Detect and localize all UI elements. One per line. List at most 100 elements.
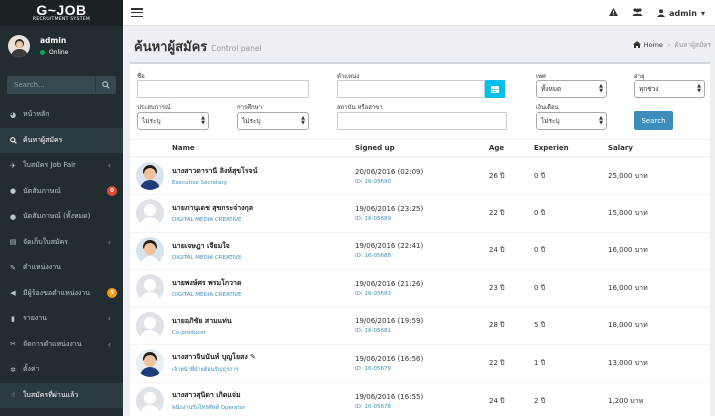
applicant-experience: 1 ปี	[534, 344, 608, 382]
applicant-name[interactable]: นางสาวจินนันท์ บุญโยสง ✎	[172, 352, 355, 363]
applicant-name[interactable]: นายภานุเดช สุขกระจ่างกุล	[172, 203, 355, 214]
breadcrumb-current: ค้นหาผู้สมัคร	[674, 41, 711, 49]
applicant-photo-placeholder[interactable]	[136, 387, 164, 415]
applicant-position: Co-producer	[172, 329, 206, 336]
page-title: ค้นหาผู้สมัคร Control panel	[134, 36, 262, 57]
signed-up-date: 19/06/2016 (23:25)	[355, 204, 424, 213]
table-row[interactable]: นายอภิชัย สามแท่น Co-producer 19/06/2016 …	[130, 306, 710, 345]
sidebar-item-archive[interactable]: ▤ จัดเก็บใบสมัคร ‹	[0, 230, 123, 256]
page-title-text: ค้นหาผู้สมัคร	[134, 40, 208, 55]
sidebar-item-passed-applications[interactable]: ☝ ใบสมัครที่ผ่านแล้ว	[0, 382, 123, 408]
applicant-photo[interactable]	[136, 349, 164, 378]
sidebar-item-label: จัดเก็บใบสมัคร	[23, 237, 68, 246]
education-select[interactable]: ไม่ระบุ ▲ ▼	[237, 112, 309, 130]
sidebar-item-interviews-all[interactable]: ● นัดสัมภาษณ์ (ทั้งหมด)	[0, 204, 123, 230]
applicant-position: เจ้าหน้าที่ฝ่ายต้อนรับ/ธุรการ	[172, 367, 239, 374]
sidebar-item-label: ใบสมัคร Job Fair	[23, 161, 76, 170]
edit-icon: ✎	[10, 263, 16, 272]
table-row[interactable]: นายภานุเดช สุขกระจ่างกุล DIGITAL MEDIA CR…	[130, 194, 710, 232]
applicant-experience: 5 ปี	[534, 306, 608, 345]
applicant-photo[interactable]	[136, 236, 164, 265]
name-column-header[interactable]: Name	[172, 140, 355, 158]
search-results-box: ชื่อ ตำแหน่ง เพศ ทั้งหมด ▲ ▼ อายุ ทุกช่วง…	[130, 62, 710, 416]
position-input[interactable]	[337, 80, 485, 98]
applicant-salary: 18,000 บาท	[608, 306, 710, 345]
applicant-salary: 25,000 บาท	[608, 156, 710, 195]
sidebar-toggle-menu-icon[interactable]	[131, 8, 143, 17]
applicant-photo[interactable]	[136, 162, 164, 190]
gender-select-value: ทั้งหมด	[541, 85, 562, 93]
interviews-count-badge: 0	[107, 186, 117, 197]
select-arrows-icon: ▲ ▼	[599, 83, 603, 94]
applicant-id: ID: 16-05683	[355, 290, 391, 297]
table-row[interactable]: นางสาวสุนิดา เกิดแจ่ม พนักงานรับโทรศัพท์ …	[130, 381, 710, 416]
experience-select[interactable]: ไม่ระบุ ▲ ▼	[137, 112, 209, 130]
sidebar-search-button[interactable]	[95, 77, 115, 93]
applicant-position: DIGITAL MEDIA CREATIVE	[172, 292, 242, 299]
applicant-name[interactable]: นางสาวสุนิดา เกิดแจ่ม	[172, 390, 355, 401]
age-column-header[interactable]: Age	[489, 140, 534, 158]
table-row[interactable]: นางสาวดารานี ลิงห์สุขโรจน์ Executive Secr…	[130, 156, 710, 195]
applicant-photo-placeholder[interactable]	[136, 274, 164, 303]
gender-select[interactable]: ทั้งหมด ▲ ▼	[536, 80, 607, 98]
education-select-value: ไม่ระบุ	[242, 117, 261, 125]
experience-column-header[interactable]: Experien	[534, 140, 608, 158]
sidebar-item-manage-positions[interactable]: ✂ จัดการตำแหน่งงาน ‹	[0, 332, 123, 358]
caret-down-icon: ▾	[700, 8, 705, 18]
chevron-left-icon: ‹	[107, 237, 111, 247]
sidebar-item-search-applicants[interactable]: ค้นหาผู้สมัคร	[0, 127, 123, 153]
chevron-left-icon: ‹	[107, 161, 111, 171]
breadcrumb-home-link[interactable]: Home	[644, 41, 663, 49]
user-menu[interactable]: admin ▾	[657, 9, 705, 18]
search-button[interactable]: Search	[634, 111, 673, 130]
applicant-id: ID: 16-05688	[355, 253, 391, 260]
chevron-left-icon: ‹	[107, 339, 111, 349]
applicant-name[interactable]: นายเจษฎา เจียมใจ	[172, 241, 355, 252]
online-dot-icon	[40, 50, 45, 55]
applicants-table: Name Signed up Age Experien Salary นางสา…	[130, 140, 710, 416]
applicant-photo-placeholder[interactable]	[136, 199, 164, 228]
sidebar-item-interviews[interactable]: ● นัดสัมภาษณ์ 0	[0, 179, 123, 205]
sidebar-search-input[interactable]	[8, 77, 95, 93]
applicant-name[interactable]: นายพงษ์ศร พรมโกวาด	[172, 278, 355, 289]
sidebar-item-job-fair[interactable]: ✈ ใบสมัคร Job Fair ‹	[0, 153, 123, 179]
applicant-age: 22 ปี	[489, 194, 534, 232]
warning-icon[interactable]	[609, 8, 619, 18]
salary-select[interactable]: ไม่ระบุ ▲ ▼	[536, 112, 607, 130]
sidebar-item-settings[interactable]: ✲ ตั้งค่า	[0, 357, 123, 383]
users-icon[interactable]	[632, 8, 643, 18]
sidebar-item-label: หน้าหลัก	[23, 110, 50, 119]
sidebar-item-positions[interactable]: ✎ ตำแหน่งงาน	[0, 255, 123, 281]
name-input[interactable]	[137, 80, 309, 98]
position-picker-button[interactable]	[485, 80, 505, 98]
sidebar-item-label: มีผู้ร้องขอตำแหน่งงาน	[23, 288, 91, 297]
age-select[interactable]: ทุกช่วง ▲ ▼	[634, 80, 705, 98]
applicant-photo-placeholder[interactable]	[136, 311, 164, 340]
applicant-experience: 0 ปี	[534, 269, 608, 307]
comments-icon: ●	[9, 212, 17, 221]
brand-logo[interactable]: G~JOB RECRUITMENT SYSTEM	[0, 0, 123, 26]
requests-count-badge: 5	[107, 288, 117, 299]
applicant-experience: 0 ปี	[534, 231, 608, 270]
salary-column-header[interactable]: Salary	[608, 140, 710, 158]
applicant-experience: 0 ปี	[534, 194, 608, 232]
sidebar-item-label: นัดสัมภาษณ์	[23, 186, 61, 195]
signed-up-column-header[interactable]: Signed up	[355, 140, 489, 158]
logo-sub-text: RECRUITMENT SYSTEM	[32, 16, 91, 22]
applicant-experience: 2 ปี	[534, 381, 608, 416]
table-row[interactable]: นางสาวจินนันท์ บุญโยสง ✎ เจ้าหน้าที่ฝ่ายต…	[130, 344, 710, 382]
sidebar-item-dashboard[interactable]: ◕ หน้าหลัก	[0, 102, 123, 128]
user-status-label: Online	[49, 49, 69, 56]
applicant-age: 26 ปี	[489, 156, 534, 195]
applicant-age: 22 ปี	[489, 344, 534, 382]
table-row[interactable]: นายเจษฎา เจียมใจ DIGITAL MEDIA CREATIVE 1…	[130, 231, 710, 270]
sidebar-item-position-requests[interactable]: ◀ มีผู้ร้องขอตำแหน่งงาน 5	[0, 281, 123, 307]
sidebar-item-reports[interactable]: ▮ รายงาน ‹	[0, 306, 123, 332]
select-arrows-icon: ▲ ▼	[697, 83, 701, 94]
applicant-name[interactable]: นางสาวดารานี ลิงห์สุขโรจน์	[172, 166, 355, 177]
institution-input[interactable]	[337, 112, 507, 130]
user-menu-label: admin	[669, 8, 697, 18]
table-row[interactable]: นายพงษ์ศร พรมโกวาด DIGITAL MEDIA CREATIVE…	[130, 269, 710, 307]
applicant-name[interactable]: นายอภิชัย สามแท่น	[172, 316, 355, 327]
select-arrows-icon: ▲ ▼	[201, 115, 205, 126]
